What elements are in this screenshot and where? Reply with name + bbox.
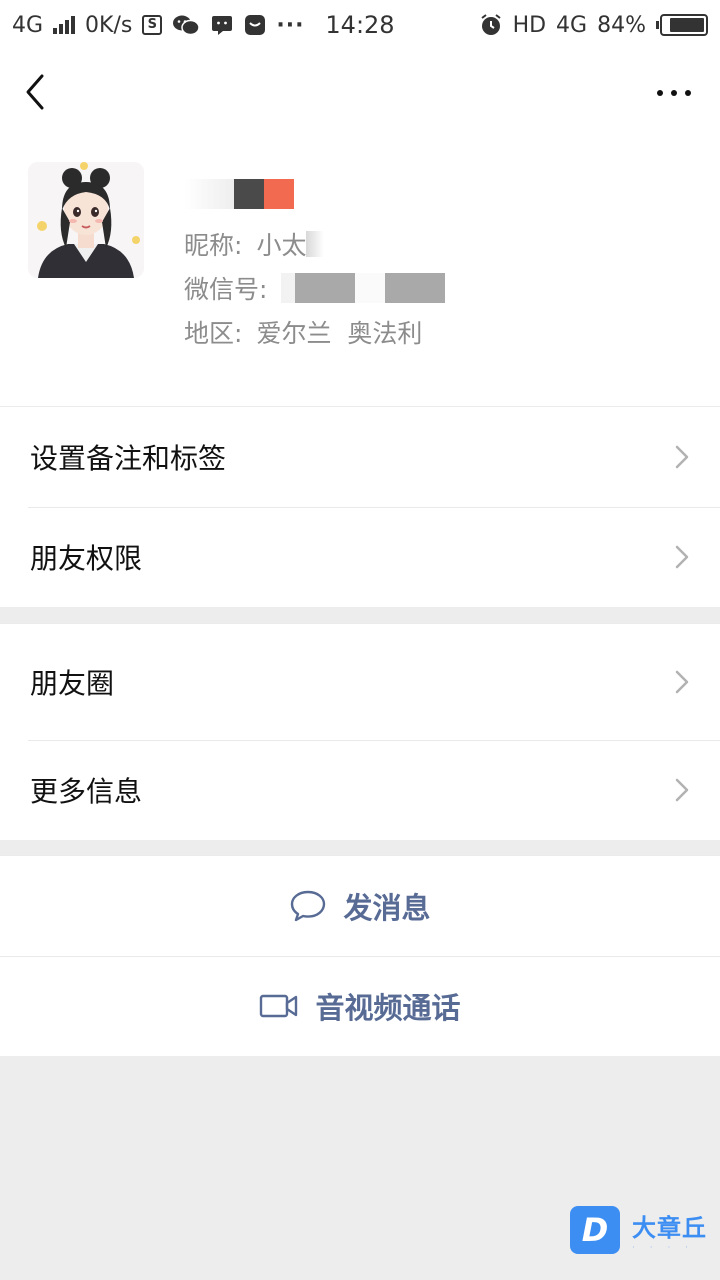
- display-name-redacted: [184, 178, 294, 210]
- more-notifications-icon: ···: [276, 12, 305, 38]
- friend-permissions-label: 朋友权限: [30, 542, 143, 575]
- video-call-button[interactable]: 音视频通话: [0, 956, 720, 1056]
- signal-icon: [53, 16, 76, 34]
- battery-icon: [656, 14, 708, 36]
- friend-permissions-item[interactable]: 朋友权限: [0, 507, 720, 607]
- wechat-icon: [173, 15, 201, 36]
- wechat-id-label: 微信号:: [184, 275, 268, 304]
- watermark-text: 大章丘 · · · ·: [632, 1208, 707, 1253]
- send-message-label: 发消息: [343, 891, 431, 925]
- moments-item[interactable]: 朋友圈: [0, 624, 720, 740]
- avatar-illustration: [28, 162, 144, 278]
- more-options-icon[interactable]: [654, 78, 694, 108]
- moments-label: 朋友圈: [30, 667, 115, 700]
- status-bar: 4G 0K/s S ··· 14:28 HD 4G 84%: [0, 0, 720, 50]
- wechat-id-row: 微信号:: [184, 270, 446, 306]
- video-call-label: 音视频通话: [315, 991, 461, 1025]
- nickname-row: 昵称: 小太: [184, 226, 325, 262]
- chevron-right-icon: [675, 545, 689, 569]
- alarm-icon: [480, 14, 501, 35]
- watermark-logo: D 大章丘 · · · ·: [570, 1206, 707, 1254]
- nav-bar: [0, 50, 720, 134]
- taobao-icon: [245, 15, 266, 35]
- more-info-item[interactable]: 更多信息: [0, 740, 720, 840]
- watermark-subtitle: · · · ·: [632, 1242, 695, 1253]
- network-type: 4G: [12, 12, 44, 38]
- chevron-right-icon: [675, 445, 689, 469]
- region-value: 爱尔兰 奥法利: [256, 319, 423, 348]
- wechat-id-redacted: [281, 273, 446, 303]
- chevron-right-icon: [675, 670, 689, 694]
- qq-message-icon: [212, 16, 233, 35]
- more-info-label: 更多信息: [30, 775, 143, 808]
- battery-percent: 84%: [597, 12, 646, 38]
- back-icon[interactable]: [18, 70, 58, 114]
- status-bar-right: HD 4G 84%: [479, 13, 708, 38]
- watermark-title: 大章丘: [632, 1213, 707, 1242]
- nickname-value: 小太: [256, 231, 307, 260]
- chat-bubble-icon: [291, 890, 326, 922]
- nickname-redacted: [306, 231, 325, 257]
- nickname-label: 昵称:: [184, 231, 243, 260]
- action-group: 发消息 音视频通话: [0, 855, 720, 1056]
- s-app-icon: S: [142, 15, 163, 35]
- hd-indicator: HD: [512, 12, 547, 38]
- set-remark-and-tags-item[interactable]: 设置备注和标签: [0, 407, 720, 507]
- menu-group-info: 朋友圈 更多信息: [0, 623, 720, 840]
- set-remark-and-tags-label: 设置备注和标签: [30, 442, 227, 475]
- profile-card: 昵称: 小太 微信号: 地区: 爱尔兰 奥法利: [0, 134, 720, 406]
- chevron-right-icon: [675, 778, 689, 802]
- watermark-logo-icon: D: [570, 1206, 620, 1254]
- region-row: 地区: 爱尔兰 奥法利: [184, 314, 422, 350]
- network-speed: 0K/s: [85, 12, 133, 38]
- avatar[interactable]: [28, 162, 144, 278]
- send-message-button[interactable]: 发消息: [0, 856, 720, 956]
- network-type-right: 4G: [556, 12, 588, 38]
- menu-group-settings: 设置备注和标签 朋友权限: [0, 406, 720, 607]
- region-label: 地区:: [184, 319, 243, 348]
- status-bar-left: 4G 0K/s S ···: [12, 13, 304, 38]
- video-camera-icon: [260, 994, 298, 1018]
